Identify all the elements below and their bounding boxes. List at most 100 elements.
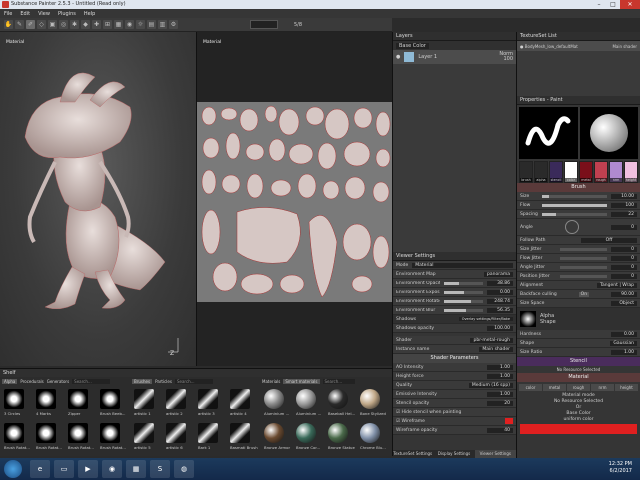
shadows-select[interactable]: Overlay settings/Filter/Bake xyxy=(458,317,513,321)
eraser-tool-icon[interactable]: ◇ xyxy=(37,20,46,29)
textureset-row[interactable]: ● BodyMesh_low_defaultMat Main shader xyxy=(517,41,640,51)
shelf-thumbnail[interactable] xyxy=(230,389,250,409)
close-button[interactable]: ✕ xyxy=(620,0,640,9)
shelf-thumbnail[interactable] xyxy=(360,389,380,409)
shelf-thumbnail[interactable] xyxy=(36,423,56,443)
shelf-thumbnail[interactable] xyxy=(4,423,24,443)
brush-param-value[interactable]: 22 xyxy=(611,211,637,217)
shelf-thumbnail[interactable] xyxy=(68,389,88,409)
swatch-rough[interactable]: rough xyxy=(594,161,608,183)
viewport-3d[interactable]: Material Z xyxy=(0,32,196,366)
taskbar-chrome-icon[interactable]: ◉ xyxy=(102,460,122,478)
swatch-alpha[interactable]: alpha xyxy=(534,161,548,183)
shelf-thumbnail[interactable] xyxy=(68,423,88,443)
shelf-thumbnail[interactable] xyxy=(328,389,348,409)
taskbar-ie-icon[interactable]: e xyxy=(30,460,50,478)
env-slider[interactable] xyxy=(444,299,483,303)
eye-icon[interactable]: ● xyxy=(396,54,400,60)
polyfill-tool-icon[interactable]: ◆ xyxy=(81,20,90,29)
env-map-select[interactable]: panorama xyxy=(484,271,513,277)
camera-tool-icon[interactable]: ◉ xyxy=(125,20,134,29)
jitter-value[interactable]: 0 xyxy=(611,255,637,261)
shelf-thumbnail[interactable] xyxy=(230,423,250,443)
shadows-opacity-value[interactable]: 100.00 xyxy=(487,325,513,331)
shelf-thumbnail[interactable] xyxy=(198,423,218,443)
material-section[interactable]: Material xyxy=(517,373,640,382)
brush-section[interactable]: Brush xyxy=(517,183,640,192)
smudge-tool-icon[interactable]: ✱ xyxy=(70,20,79,29)
shader-param-value[interactable]: 1.00 xyxy=(487,391,513,397)
jitter-slider[interactable] xyxy=(560,265,607,269)
taskbar-media-icon[interactable]: ▶ xyxy=(78,460,98,478)
brush-param-value[interactable]: 10.00 xyxy=(611,193,637,199)
shader-params-header[interactable]: Shader Parameters xyxy=(393,354,516,363)
paint-tool-icon[interactable]: ✐ xyxy=(26,20,35,29)
shelf-tab-smart-materials[interactable]: Smart materials xyxy=(283,378,320,384)
shelf-thumbnail[interactable] xyxy=(296,423,316,443)
view-mode-icon[interactable]: ▥ xyxy=(158,20,167,29)
channel-metal-button[interactable]: metal xyxy=(543,384,566,391)
shelf-thumbnail[interactable] xyxy=(134,423,154,443)
tab-viewer-settings[interactable]: Viewer Settings xyxy=(474,450,516,458)
shelf-brush-search[interactable]: Search... xyxy=(174,378,213,384)
shelf-thumbnail[interactable] xyxy=(296,389,316,409)
shelf-thumbnail[interactable] xyxy=(134,389,154,409)
angle-value[interactable]: 0 xyxy=(611,224,637,230)
menu-view[interactable]: View xyxy=(38,11,50,17)
jitter-value[interactable]: 0 xyxy=(611,264,637,270)
stencil-section[interactable]: Stencil xyxy=(517,357,640,366)
counter-field[interactable] xyxy=(250,20,278,29)
textureset-eye-icon[interactable]: ● xyxy=(520,44,524,49)
swatch-color[interactable]: color xyxy=(564,161,578,183)
jitter-value[interactable]: 0 xyxy=(611,273,637,279)
settings-tool-icon[interactable]: ⚙ xyxy=(169,20,178,29)
menu-plugins[interactable]: Plugins xyxy=(58,11,76,17)
start-button[interactable] xyxy=(4,460,22,478)
shelf-thumbnail[interactable] xyxy=(100,389,120,409)
shelf-thumbnail[interactable] xyxy=(264,423,284,443)
blend-mode-select[interactable]: Base Color xyxy=(396,42,429,49)
swatch-metal[interactable]: metal xyxy=(579,161,593,183)
taskbar-explorer-icon[interactable]: ▭ xyxy=(54,460,74,478)
env-slider-value[interactable]: 56.35 xyxy=(487,307,513,313)
layout-tool-icon[interactable]: ▤ xyxy=(147,20,156,29)
taskbar-painter-icon[interactable]: S xyxy=(150,460,170,478)
hand-tool-icon[interactable]: ✋ xyxy=(4,20,13,29)
env-slider[interactable] xyxy=(444,290,483,294)
shelf-thumbnail[interactable] xyxy=(360,423,380,443)
base-color-swatch[interactable] xyxy=(520,424,637,434)
env-slider-value[interactable]: 38.86 xyxy=(487,280,513,286)
shelf-thumbnail[interactable] xyxy=(166,389,186,409)
shape-select[interactable]: Gaussian xyxy=(610,340,637,346)
textureset-shader[interactable]: Main shader xyxy=(612,44,637,49)
projection-tool-icon[interactable]: ▣ xyxy=(48,20,57,29)
tab-textureset-settings[interactable]: TextureSet Settings xyxy=(392,450,433,458)
env-slider-value[interactable]: 248.74 xyxy=(487,298,513,304)
channel-height-button[interactable]: height xyxy=(615,384,638,391)
brush-param-slider[interactable] xyxy=(542,203,607,207)
shelf-alpha-search[interactable]: Search... xyxy=(72,378,111,384)
shelf-tab-procedurals[interactable]: Procedurals xyxy=(20,379,43,384)
swatch-height[interactable]: height xyxy=(624,161,638,183)
mode-select[interactable]: Material xyxy=(412,262,513,268)
jitter-slider[interactable] xyxy=(560,256,607,260)
shelf-thumbnail[interactable] xyxy=(166,423,186,443)
brush-param-value[interactable]: 100 xyxy=(611,202,637,208)
size-space-select[interactable]: Object xyxy=(611,300,637,306)
instance-input[interactable]: Main shader xyxy=(479,346,513,352)
shelf-thumbnail[interactable] xyxy=(264,389,284,409)
jitter-value[interactable]: 0 xyxy=(611,246,637,252)
shelf-tab-alpha[interactable]: Alpha xyxy=(2,378,18,384)
wire-opacity-value[interactable]: 40 xyxy=(487,427,513,433)
grid-tool-icon[interactable]: ▦ xyxy=(114,20,123,29)
picker-tool-icon[interactable]: ✚ xyxy=(92,20,101,29)
shelf-thumbnail[interactable] xyxy=(36,389,56,409)
shader-select[interactable]: pbr-metal-rough xyxy=(470,337,513,343)
shelf-thumbnail[interactable] xyxy=(4,389,24,409)
angle-dial[interactable] xyxy=(564,220,579,234)
shader-param-value[interactable]: Medium (16 spp) xyxy=(468,382,513,388)
layer-opacity[interactable]: 100 xyxy=(503,56,513,62)
wireframe-color-swatch[interactable] xyxy=(505,418,513,424)
shader-param-value[interactable]: 1.00 xyxy=(487,373,513,379)
shelf-thumbnail[interactable] xyxy=(100,423,120,443)
